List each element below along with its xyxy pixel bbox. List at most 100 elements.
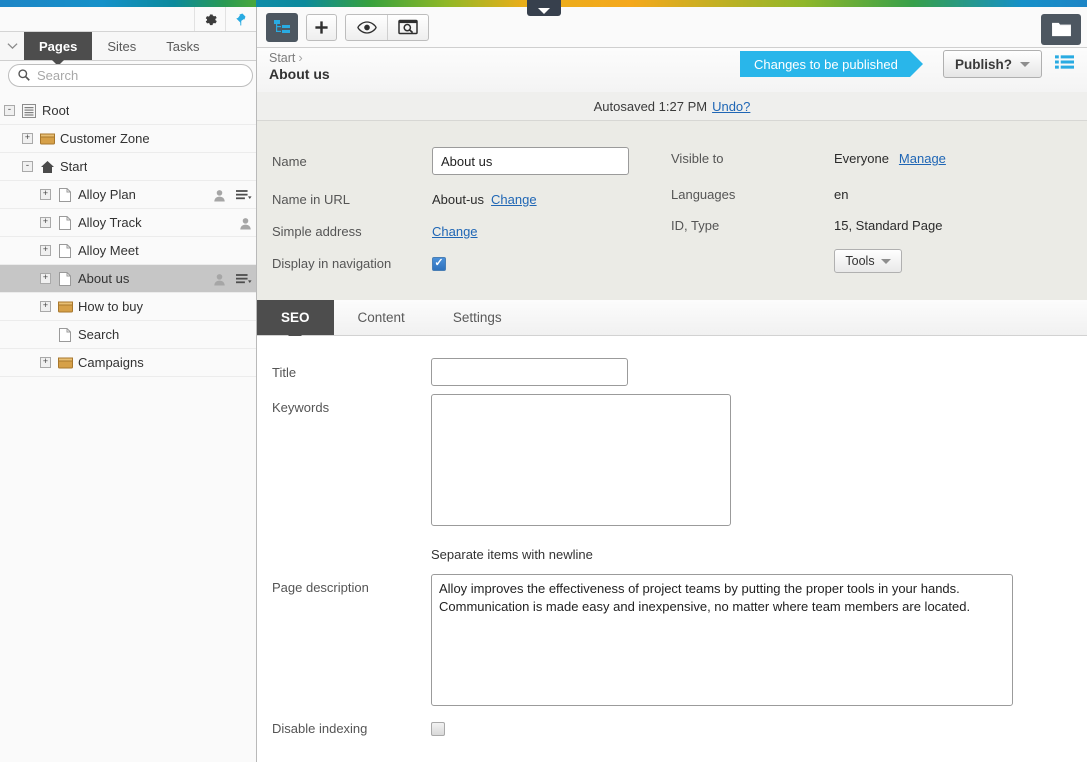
id-type-value: 15, Standard Page <box>834 218 943 233</box>
tree-item-label: Root <box>42 103 70 118</box>
seo-title-row: Title <box>272 358 628 386</box>
expand-toggle-icon[interactable]: + <box>40 217 51 228</box>
collapse-panel-button[interactable] <box>0 32 24 60</box>
expand-toggle-icon[interactable]: + <box>40 273 51 284</box>
tree-item-type-icon <box>57 271 73 286</box>
tree-item[interactable]: + Customer Zone <box>0 125 256 153</box>
breadcrumb: Start › About us <box>269 50 330 82</box>
display-in-navigation-label: Display in navigation <box>272 256 392 271</box>
tree-item-actions <box>213 265 252 293</box>
search-input[interactable] <box>8 64 253 87</box>
collapse-toggle-icon[interactable]: - <box>4 105 15 116</box>
seo-description-textarea[interactable] <box>431 574 1013 706</box>
tree-item-type-icon <box>21 103 37 118</box>
breadcrumb-parent[interactable]: Start <box>269 51 295 65</box>
tree-item[interactable]: - Start <box>0 153 256 181</box>
pin-panel-button[interactable] <box>225 7 256 31</box>
tab-pages[interactable]: Pages <box>24 32 93 66</box>
tree-item[interactable]: + How to buy <box>0 293 256 321</box>
visible-to-label: Visible to <box>671 151 724 166</box>
structure-view-button[interactable] <box>266 12 298 42</box>
tools-row: Tools <box>834 249 902 273</box>
person-icon <box>214 273 225 286</box>
tree-item-type-icon <box>57 300 73 313</box>
check-icon: ✓ <box>434 257 444 269</box>
chevron-down-icon <box>6 43 18 49</box>
tree-item-type-icon <box>57 187 73 202</box>
disable-indexing-checkbox[interactable] <box>431 721 445 736</box>
breadcrumb-parent-row: Start › <box>269 50 330 65</box>
folder-icon <box>57 357 73 369</box>
tree-item[interactable]: + About us <box>0 265 256 293</box>
simple-address-label: Simple address <box>272 224 362 239</box>
page-options-button[interactable] <box>1055 54 1074 73</box>
manage-permissions-link[interactable]: Manage <box>899 151 946 166</box>
chevron-down-icon <box>880 258 891 264</box>
tree-item[interactable]: - Root <box>0 97 256 125</box>
tree-item[interactable]: Search <box>0 321 256 349</box>
folder-icon <box>57 301 73 313</box>
page-search-icon <box>398 19 418 35</box>
context-menu-icon <box>236 190 252 200</box>
tree-item-actions <box>213 181 252 209</box>
tree-item[interactable]: + Alloy Meet <box>0 237 256 265</box>
publish-button[interactable]: Publish? <box>943 50 1042 78</box>
tab-content[interactable]: Content <box>334 300 429 335</box>
preview-button[interactable] <box>346 15 387 40</box>
display-in-navigation-checkbox[interactable]: ✓ <box>432 256 446 271</box>
tree-item-access-button[interactable] <box>213 189 226 202</box>
simple-address-change-link[interactable]: Change <box>432 224 478 239</box>
tree-item-menu-button[interactable] <box>236 273 252 285</box>
global-menu-pull-tab[interactable] <box>527 0 561 16</box>
tree-item[interactable]: + Alloy Track <box>0 209 256 237</box>
tree-item-label: Alloy Track <box>78 215 142 230</box>
expand-toggle-icon[interactable]: + <box>40 357 51 368</box>
undo-link[interactable]: Undo? <box>712 99 750 114</box>
seo-keywords-label-wrap: Keywords <box>272 400 329 415</box>
expand-toggle-icon[interactable]: + <box>22 133 33 144</box>
folder-icon <box>39 133 55 145</box>
tree-item-label: How to buy <box>78 299 144 314</box>
assets-panel-button[interactable] <box>1041 14 1081 45</box>
tab-seo[interactable]: SEO <box>257 300 334 342</box>
expand-toggle-icon[interactable]: + <box>40 189 51 200</box>
settings-button[interactable] <box>194 7 225 31</box>
seo-title-input[interactable] <box>431 358 628 386</box>
tree-item[interactable]: + Alloy Plan <box>0 181 256 209</box>
add-page-button[interactable] <box>306 13 337 41</box>
status-badge[interactable]: Changes to be published <box>740 51 923 77</box>
expand-toggle-icon[interactable]: + <box>40 245 51 256</box>
list-icon <box>1055 55 1074 69</box>
pin-icon <box>236 13 246 25</box>
name-in-url-change-link[interactable]: Change <box>491 192 537 207</box>
tree-item-access-button[interactable] <box>239 217 252 230</box>
disable-indexing-row: Disable indexing <box>272 721 445 736</box>
page-header-band: Start › About us Changes to be published … <box>257 48 1087 92</box>
eye-icon <box>356 20 377 34</box>
name-input[interactable] <box>432 147 629 175</box>
collapse-toggle-icon[interactable]: - <box>22 161 33 172</box>
seo-description-label: Page description <box>272 580 369 595</box>
left-navigation-panel: Pages Sites Tasks - Root + Customer Zone - St… <box>0 0 257 762</box>
tab-settings-label: Settings <box>452 310 502 325</box>
form-tabstrip: SEO Content Settings <box>257 300 1087 342</box>
tools-button[interactable]: Tools <box>834 249 902 273</box>
tree-item-access-button[interactable] <box>213 273 226 286</box>
tree-item-type-icon <box>39 160 55 174</box>
languages-value: en <box>834 187 849 202</box>
left-panel-toolbar <box>0 7 256 32</box>
tab-settings[interactable]: Settings <box>429 300 526 335</box>
root-icon <box>22 103 36 118</box>
visible-to-value: Everyone <box>834 151 889 166</box>
tree-item-menu-button[interactable] <box>236 189 252 201</box>
page-icon <box>59 271 71 286</box>
tree-item[interactable]: + Campaigns <box>0 349 256 377</box>
seo-keywords-textarea[interactable] <box>431 394 731 526</box>
inspect-button[interactable] <box>387 14 428 40</box>
name-in-url-value: About-us <box>432 192 485 207</box>
brand-gradient-bar-left <box>0 0 256 7</box>
page-title: About us <box>269 66 330 82</box>
tab-tasks[interactable]: Tasks <box>151 32 214 60</box>
tab-sites[interactable]: Sites <box>92 32 151 60</box>
expand-toggle-icon[interactable]: + <box>40 301 51 312</box>
